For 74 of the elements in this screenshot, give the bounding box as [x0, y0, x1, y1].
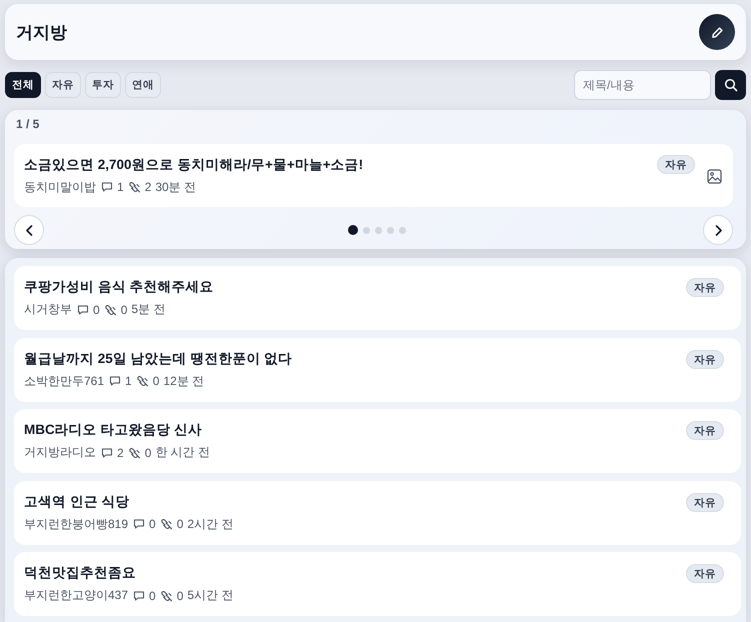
link-count: 0	[144, 446, 152, 460]
link-count: 0	[152, 374, 160, 388]
category-tag: 자유	[686, 278, 724, 297]
search-button[interactable]	[715, 70, 746, 100]
post-card[interactable]: MBC라디오 타고왔음당 신사 거지방라디오 2 0 한 시간 전 자유	[14, 409, 741, 473]
post-title: 덕천맛집추천좀요	[24, 564, 137, 582]
comment-count: 0	[149, 517, 156, 531]
comment-icon	[109, 375, 122, 387]
search-icon	[724, 78, 738, 92]
featured-post-card[interactable]: 소금있으면 2,700원으로 동치미해라/무+물+마늘+소금! 동치미말이밥 1 2 30분 전 자유	[14, 144, 733, 207]
post-card[interactable]: 덕천맛집추천좀요 부지런한고양이437 0 0 5시간 전 자유	[14, 552, 741, 616]
post-time: 30분 전	[155, 178, 196, 196]
comment-count: 0	[93, 302, 100, 316]
category-tab[interactable]: 자유	[45, 72, 81, 98]
category-tag: 자유	[686, 421, 724, 440]
author-name: 소박한만두761	[24, 372, 104, 390]
post-title: 고색역 인근 식당	[24, 492, 131, 510]
link-icon	[104, 304, 117, 316]
post-title: 소금있으면 2,700원으로 동치미해라/무+물+마늘+소금!	[24, 156, 364, 174]
next-button[interactable]	[703, 215, 733, 245]
author-name: 시거창부	[24, 301, 72, 318]
post-time: 2시간 전	[187, 516, 234, 532]
previous-button[interactable]	[14, 215, 44, 245]
post-time: 5시간 전	[187, 587, 234, 604]
link-icon	[160, 518, 173, 530]
search-field[interactable]: 제목/내용	[574, 70, 711, 100]
post-title: 월급날까지 25일 남았는데 땡전한푼이 없다	[24, 350, 292, 368]
comment-icon	[101, 181, 113, 193]
category-tab[interactable]: 전체	[5, 72, 41, 98]
post-time: 한 시간 전	[155, 444, 210, 461]
write-button[interactable]	[699, 14, 735, 50]
link-count: 0	[176, 517, 184, 531]
post-card[interactable]: 쿠팡가성비 음식 추천해주세요 시거창부 0 0 5분 전 자유	[14, 266, 741, 330]
category-tag: 자유	[657, 155, 695, 174]
comment-icon	[77, 304, 89, 316]
author-name: 부지런한고양이437	[24, 587, 128, 604]
link-icon	[128, 446, 141, 458]
category-tag: 자유	[686, 350, 724, 368]
post-time: 5분 전	[131, 301, 166, 318]
pencil-icon	[710, 26, 724, 38]
comment-count: 2	[117, 446, 124, 460]
slide-dot-icon[interactable]	[398, 226, 406, 234]
link-count: 2	[144, 180, 152, 194]
category-tab[interactable]: 연애	[125, 72, 161, 98]
comment-icon	[133, 590, 146, 602]
link-icon	[136, 375, 149, 387]
comment-icon	[101, 446, 113, 458]
author-name: 거지방라디오	[24, 444, 96, 461]
author-name: 부지런한붕어빵819	[24, 516, 128, 532]
chevron-left-icon	[24, 224, 34, 236]
slide-dot-icon[interactable]	[374, 226, 382, 234]
comment-count: 1	[117, 180, 124, 194]
comment-count: 1	[125, 374, 132, 388]
chevron-right-icon	[714, 224, 722, 236]
category-tab[interactable]: 투자	[85, 72, 121, 98]
post-time: 12분 전	[163, 372, 204, 390]
link-icon	[128, 181, 141, 193]
link-count: 0	[120, 302, 128, 316]
author-name: 동치미말이밥	[24, 178, 96, 196]
link-count: 0	[176, 588, 184, 602]
comment-count: 0	[149, 588, 156, 602]
slide-dot-icon[interactable]	[386, 226, 394, 234]
category-tag: 자유	[686, 564, 724, 583]
post-card[interactable]: 고색역 인근 식당 부지런한붕어빵819 0 0 2시간 전 자유	[14, 480, 741, 544]
post-title: 쿠팡가성비 음식 추천해주세요	[24, 278, 214, 296]
slide-counter: 1 / 5	[16, 116, 40, 132]
slide-dot-icon[interactable]	[362, 226, 370, 234]
post-title: MBC라디오 타고왔음당 신사	[24, 421, 204, 439]
category-tag: 자유	[686, 492, 724, 512]
comment-icon	[133, 518, 146, 530]
link-icon	[160, 590, 173, 602]
slide-dot-icon[interactable]	[348, 225, 358, 235]
post-card[interactable]: 월급날까지 25일 남았는데 땡전한푼이 없다 소박한만두761 1 0 12분 전 자유	[14, 338, 741, 402]
page-title: 거지방	[16, 22, 67, 44]
